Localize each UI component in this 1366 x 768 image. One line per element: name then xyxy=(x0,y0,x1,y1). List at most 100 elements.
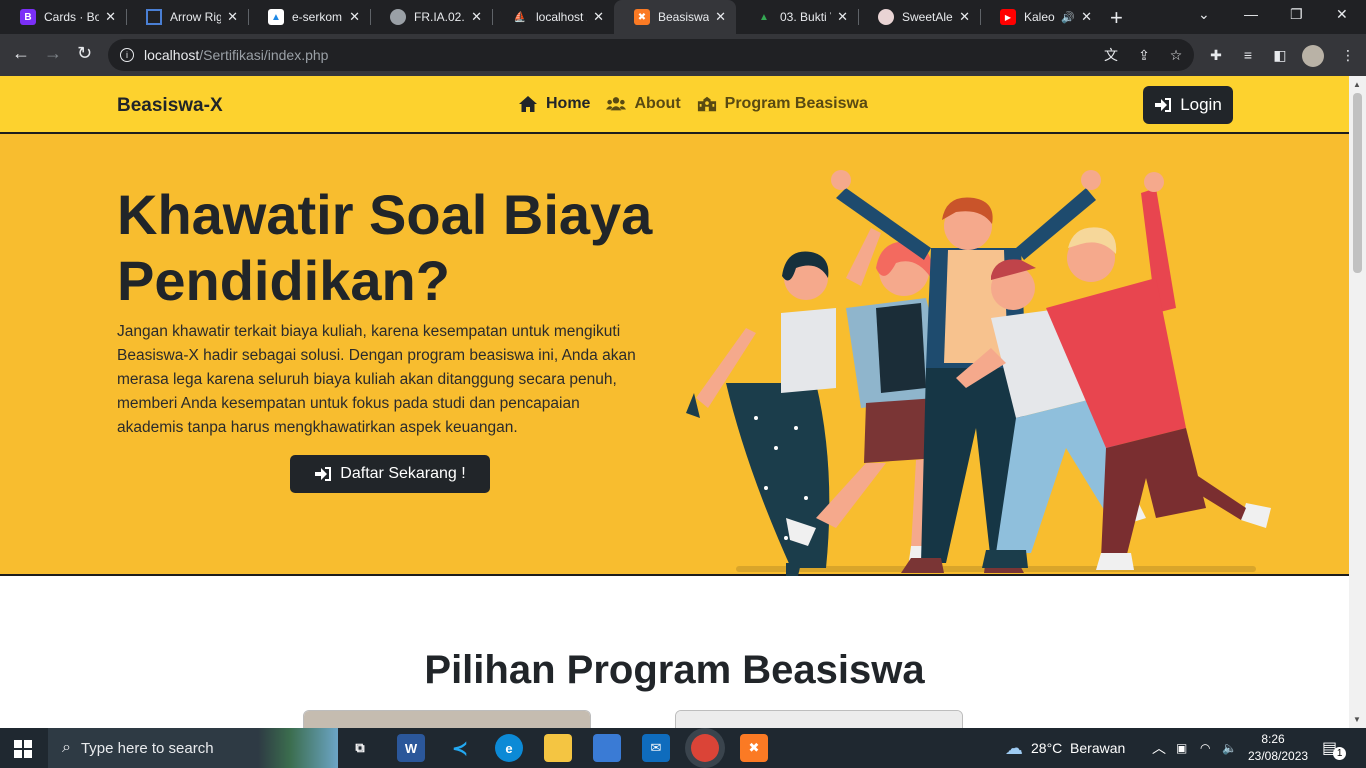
meet-now-icon[interactable]: ▣ xyxy=(1176,728,1187,768)
minimize-button[interactable]: — xyxy=(1244,6,1258,22)
flag-icon xyxy=(146,9,162,25)
browser-tab[interactable]: ▲ e-serkom ✕ xyxy=(248,0,370,34)
close-icon[interactable]: ✕ xyxy=(471,9,482,25)
hero-title-line-2: Pendidikan? xyxy=(117,249,450,312)
search-highlight-image xyxy=(258,728,338,768)
youtube-icon: ▶ xyxy=(1000,9,1016,25)
close-icon[interactable]: ✕ xyxy=(349,9,360,25)
reading-list-icon[interactable]: ≡ xyxy=(1240,47,1256,63)
browser-tab[interactable]: Arrow Righ ✕ xyxy=(126,0,248,34)
forward-icon[interactable]: → xyxy=(44,43,62,64)
network-icon[interactable]: ◠ xyxy=(1200,728,1210,768)
close-icon[interactable]: ✕ xyxy=(959,9,970,25)
brand-logo[interactable]: Beasiswa-X xyxy=(117,95,223,117)
notification-count: 1 xyxy=(1333,746,1347,760)
weather-text: 28°C Berawan xyxy=(1031,740,1126,756)
register-now-button[interactable]: Daftar Sekarang ! xyxy=(290,455,490,493)
nav-link-label: Program Beasiswa xyxy=(724,95,868,112)
page-scrollbar[interactable]: ▲ ▼ xyxy=(1349,76,1366,728)
edge-icon[interactable]: e xyxy=(495,734,523,762)
close-icon[interactable]: ✕ xyxy=(837,9,848,25)
xampp-taskbar-icon[interactable]: ✖ xyxy=(740,734,768,762)
chrome-icon[interactable] xyxy=(691,734,719,762)
windows-start-icon[interactable] xyxy=(14,740,32,758)
tab-title: Kaleo xyxy=(1024,10,1055,24)
browser-tab-active[interactable]: ✖ Beasiswa-X ✕ xyxy=(614,0,736,34)
nav-link-home[interactable]: Home xyxy=(518,95,590,113)
menu-icon[interactable]: ⋮ xyxy=(1340,47,1356,63)
weather-cloud-icon: ☁ xyxy=(1005,737,1023,758)
scrollbar-thumb[interactable] xyxy=(1353,93,1362,273)
hero-section: Khawatir Soal Biaya Pendidikan? Jangan k… xyxy=(0,134,1349,576)
hero-title: Khawatir Soal Biaya Pendidikan? xyxy=(117,182,677,314)
task-view-icon[interactable]: ⧉ xyxy=(346,734,374,762)
taskbar-search-box[interactable]: ⌕ Type here to search xyxy=(48,728,338,768)
mail-icon[interactable]: ✉ xyxy=(642,734,670,762)
system-clock[interactable]: 8:26 23/08/2023 xyxy=(1248,731,1309,765)
xampp-icon: ✖ xyxy=(634,9,650,25)
triangle-logo-icon: ▲ xyxy=(268,9,284,25)
register-now-label: Daftar Sekarang ! xyxy=(340,465,466,482)
speaker-icon[interactable]: 🔊 xyxy=(1061,11,1075,24)
close-icon[interactable]: ✕ xyxy=(105,9,116,25)
home-icon xyxy=(519,96,537,112)
tab-search-icon[interactable]: ⌄ xyxy=(1198,6,1210,23)
notification-center-button[interactable]: ▤ 1 xyxy=(1322,728,1347,768)
browser-tab[interactable]: ⛵ localhost / ✕ xyxy=(492,0,614,34)
side-panel-icon[interactable]: ◧ xyxy=(1272,47,1288,63)
browser-tab[interactable]: B Cards · Boo ✕ xyxy=(0,0,126,34)
tab-title: SweetAlert xyxy=(902,10,953,24)
address-bar[interactable]: i localhost/Sertifikasi/index.php xyxy=(108,39,1194,71)
browser-tab[interactable]: SweetAlert ✕ xyxy=(858,0,980,34)
nav-link-label: Home xyxy=(546,95,591,112)
nav-link-about[interactable]: About xyxy=(606,95,681,113)
show-hidden-icons[interactable]: ︿ xyxy=(1152,728,1166,768)
scroll-up-icon[interactable]: ▲ xyxy=(1353,80,1361,89)
browser-tab[interactable]: ▶ Kaleo 🔊 ✕ xyxy=(980,0,1102,34)
new-tab-button[interactable]: + xyxy=(1110,5,1123,31)
weather-widget[interactable]: ☁ 28°C Berawan xyxy=(1005,728,1125,768)
url-path: /Sertifikasi/index.php xyxy=(199,47,329,63)
tab-title: Beasiswa-X xyxy=(658,10,710,24)
window-close-button[interactable]: ✕ xyxy=(1336,6,1348,23)
browser-tab[interactable]: ▲ 03. Bukti V ✕ xyxy=(736,0,858,34)
login-button[interactable]: Login xyxy=(1143,86,1233,124)
browser-tab-strip: B Cards · Boo ✕ Arrow Righ ✕ ▲ e-serkom … xyxy=(0,0,1366,34)
extensions-icon[interactable]: ✚ xyxy=(1208,47,1224,63)
person-boy-hoodie xyxy=(1046,172,1271,570)
browser-tab[interactable]: FR.IA.02. T ✕ xyxy=(370,0,492,34)
program-card[interactable] xyxy=(675,710,963,728)
page-viewport: Beasiswa-X Home About Program Beasiswa L… xyxy=(0,76,1349,728)
clock-time: 8:26 xyxy=(1261,732,1285,746)
microsoft-store-icon[interactable] xyxy=(593,734,621,762)
close-icon[interactable]: ✕ xyxy=(593,9,604,25)
windows-taskbar: ⌕ Type here to search ⧉ W ≺ e ✉ ✖ ☁ 28°C… xyxy=(0,728,1366,768)
sign-in-icon xyxy=(315,467,332,481)
translate-icon[interactable]: 文 xyxy=(1103,47,1119,63)
programs-section-title: Pilihan Program Beasiswa xyxy=(424,648,925,692)
tab-title: e-serkom xyxy=(292,10,343,24)
vscode-icon[interactable]: ≺ xyxy=(446,734,474,762)
bootstrap-icon: B xyxy=(20,9,36,25)
close-icon[interactable]: ✕ xyxy=(715,9,726,25)
file-explorer-icon[interactable] xyxy=(544,734,572,762)
program-card[interactable] xyxy=(303,710,591,728)
profile-avatar[interactable] xyxy=(1302,45,1324,67)
close-icon[interactable]: ✕ xyxy=(1081,9,1092,25)
nav-link-program[interactable]: Program Beasiswa xyxy=(697,95,868,113)
clock-date: 23/08/2023 xyxy=(1248,749,1309,763)
reload-icon[interactable]: ↻ xyxy=(77,43,92,64)
site-navbar: Beasiswa-X Home About Program Beasiswa L… xyxy=(0,76,1349,134)
bookmark-star-icon[interactable]: ☆ xyxy=(1168,47,1184,63)
close-icon[interactable]: ✕ xyxy=(227,9,238,25)
globe-icon xyxy=(390,9,406,25)
scroll-down-icon[interactable]: ▼ xyxy=(1353,715,1361,724)
word-icon[interactable]: W xyxy=(397,734,425,762)
volume-icon[interactable]: 🔈 xyxy=(1222,728,1237,768)
google-drive-icon: ▲ xyxy=(759,11,769,23)
restore-button[interactable]: ❐ xyxy=(1290,6,1303,23)
share-icon[interactable]: ⇪ xyxy=(1136,47,1152,63)
site-info-icon[interactable]: i xyxy=(120,48,134,62)
tab-title: Cards · Boo xyxy=(44,10,100,24)
back-icon[interactable]: ← xyxy=(12,43,30,64)
